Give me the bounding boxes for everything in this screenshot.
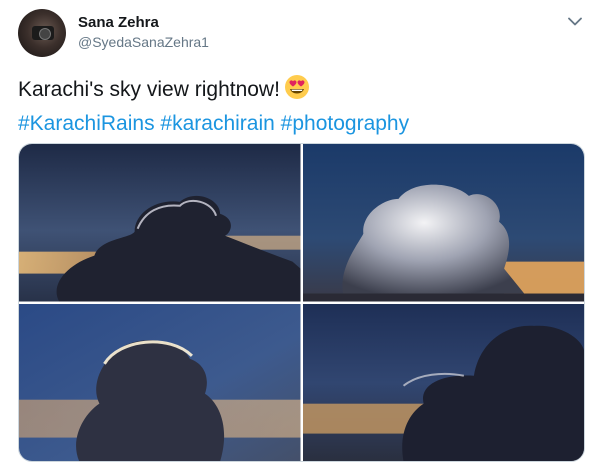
hashtag-photography[interactable]: #photography [281, 112, 409, 135]
cloud-photo-1[interactable] [19, 144, 301, 302]
tweet-body: Karachi's sky view rightnow! [18, 78, 280, 101]
heart-eyes-emoji-icon [284, 74, 310, 109]
chevron-down-icon [568, 17, 582, 25]
author-handle[interactable]: @SyedaSanaZehra1 [78, 34, 209, 50]
cloud-photo-4[interactable] [302, 303, 584, 461]
photo-grid [18, 143, 585, 462]
hashtag-line: #KarachiRains #karachirain #photography [18, 109, 578, 139]
more-options-button[interactable] [566, 12, 584, 30]
tweet-text: Karachi's sky view rightnow! #KarachiRai… [18, 74, 578, 139]
hashtag-karachirain[interactable]: #karachirain [160, 112, 274, 135]
tweet[interactable]: Sana Zehra @SyedaSanaZehra1 Karachi's sk… [0, 0, 598, 466]
tweet-text-line: Karachi's sky view rightnow! [18, 74, 578, 109]
cloud-photo-3[interactable] [19, 303, 301, 461]
camera-lens-shape [39, 28, 51, 40]
author-name[interactable]: Sana Zehra [78, 14, 159, 31]
avatar[interactable] [18, 9, 66, 57]
hashtag-karachirains[interactable]: #KarachiRains [18, 112, 155, 135]
cloud-photo-2[interactable] [302, 144, 584, 302]
